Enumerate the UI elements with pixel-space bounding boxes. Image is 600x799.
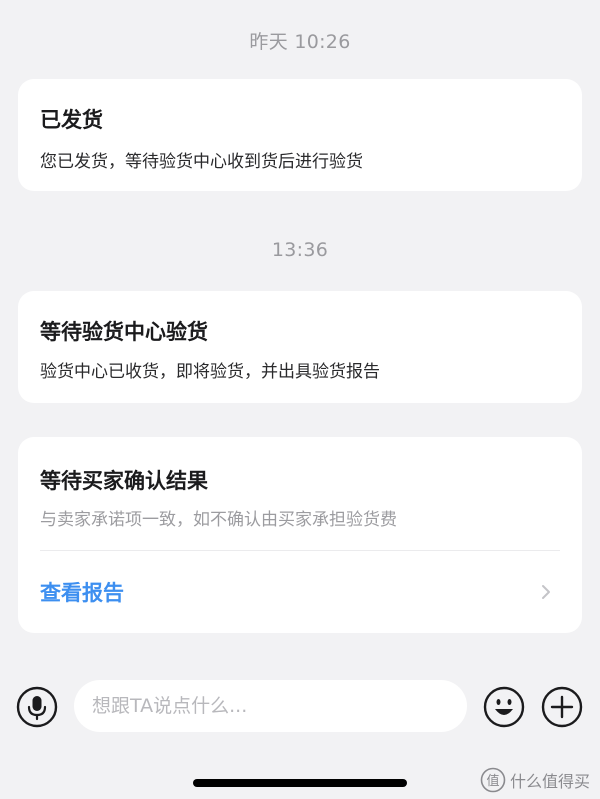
home-indicator — [193, 779, 407, 787]
microphone-icon[interactable] — [16, 686, 58, 728]
view-report-link[interactable]: 查看报告 — [18, 551, 582, 633]
card-title: 等待买家确认结果 — [40, 469, 208, 493]
timestamp: 昨天 10:26 — [249, 31, 351, 53]
card-description: 验货中心已收货，即将验货，并出具验货报告 — [40, 362, 380, 382]
view-report-label: 查看报告 — [40, 581, 124, 605]
plus-icon[interactable] — [541, 686, 583, 728]
card-description: 您已发货，等待验货中心收到货后进行验货 — [40, 152, 363, 172]
card-description: 与卖家承诺项一致，如不确认由买家承担验货费 — [40, 510, 397, 530]
message-card-shipped: 已发货 您已发货，等待验货中心收到货后进行验货 — [18, 79, 582, 191]
watermark-text: 什么值得买 — [509, 772, 590, 791]
watermark-logo-icon: 值 — [480, 767, 506, 793]
watermark: 值 什么值得买 — [480, 765, 590, 795]
chevron-right-icon — [542, 585, 550, 599]
svg-text:值: 值 — [486, 773, 499, 789]
message-card-awaiting-inspection: 等待验货中心验货 验货中心已收货，即将验货，并出具验货报告 — [18, 291, 582, 403]
timestamp: 13:36 — [271, 239, 329, 261]
message-input[interactable]: 想跟TA说点什么... — [74, 680, 467, 732]
emoji-icon[interactable] — [483, 686, 525, 728]
message-card-awaiting-confirmation: 等待买家确认结果 与卖家承诺项一致，如不确认由买家承担验货费 查看报告 — [18, 437, 582, 633]
card-title: 等待验货中心验货 — [40, 320, 208, 344]
card-title: 已发货 — [40, 108, 103, 132]
